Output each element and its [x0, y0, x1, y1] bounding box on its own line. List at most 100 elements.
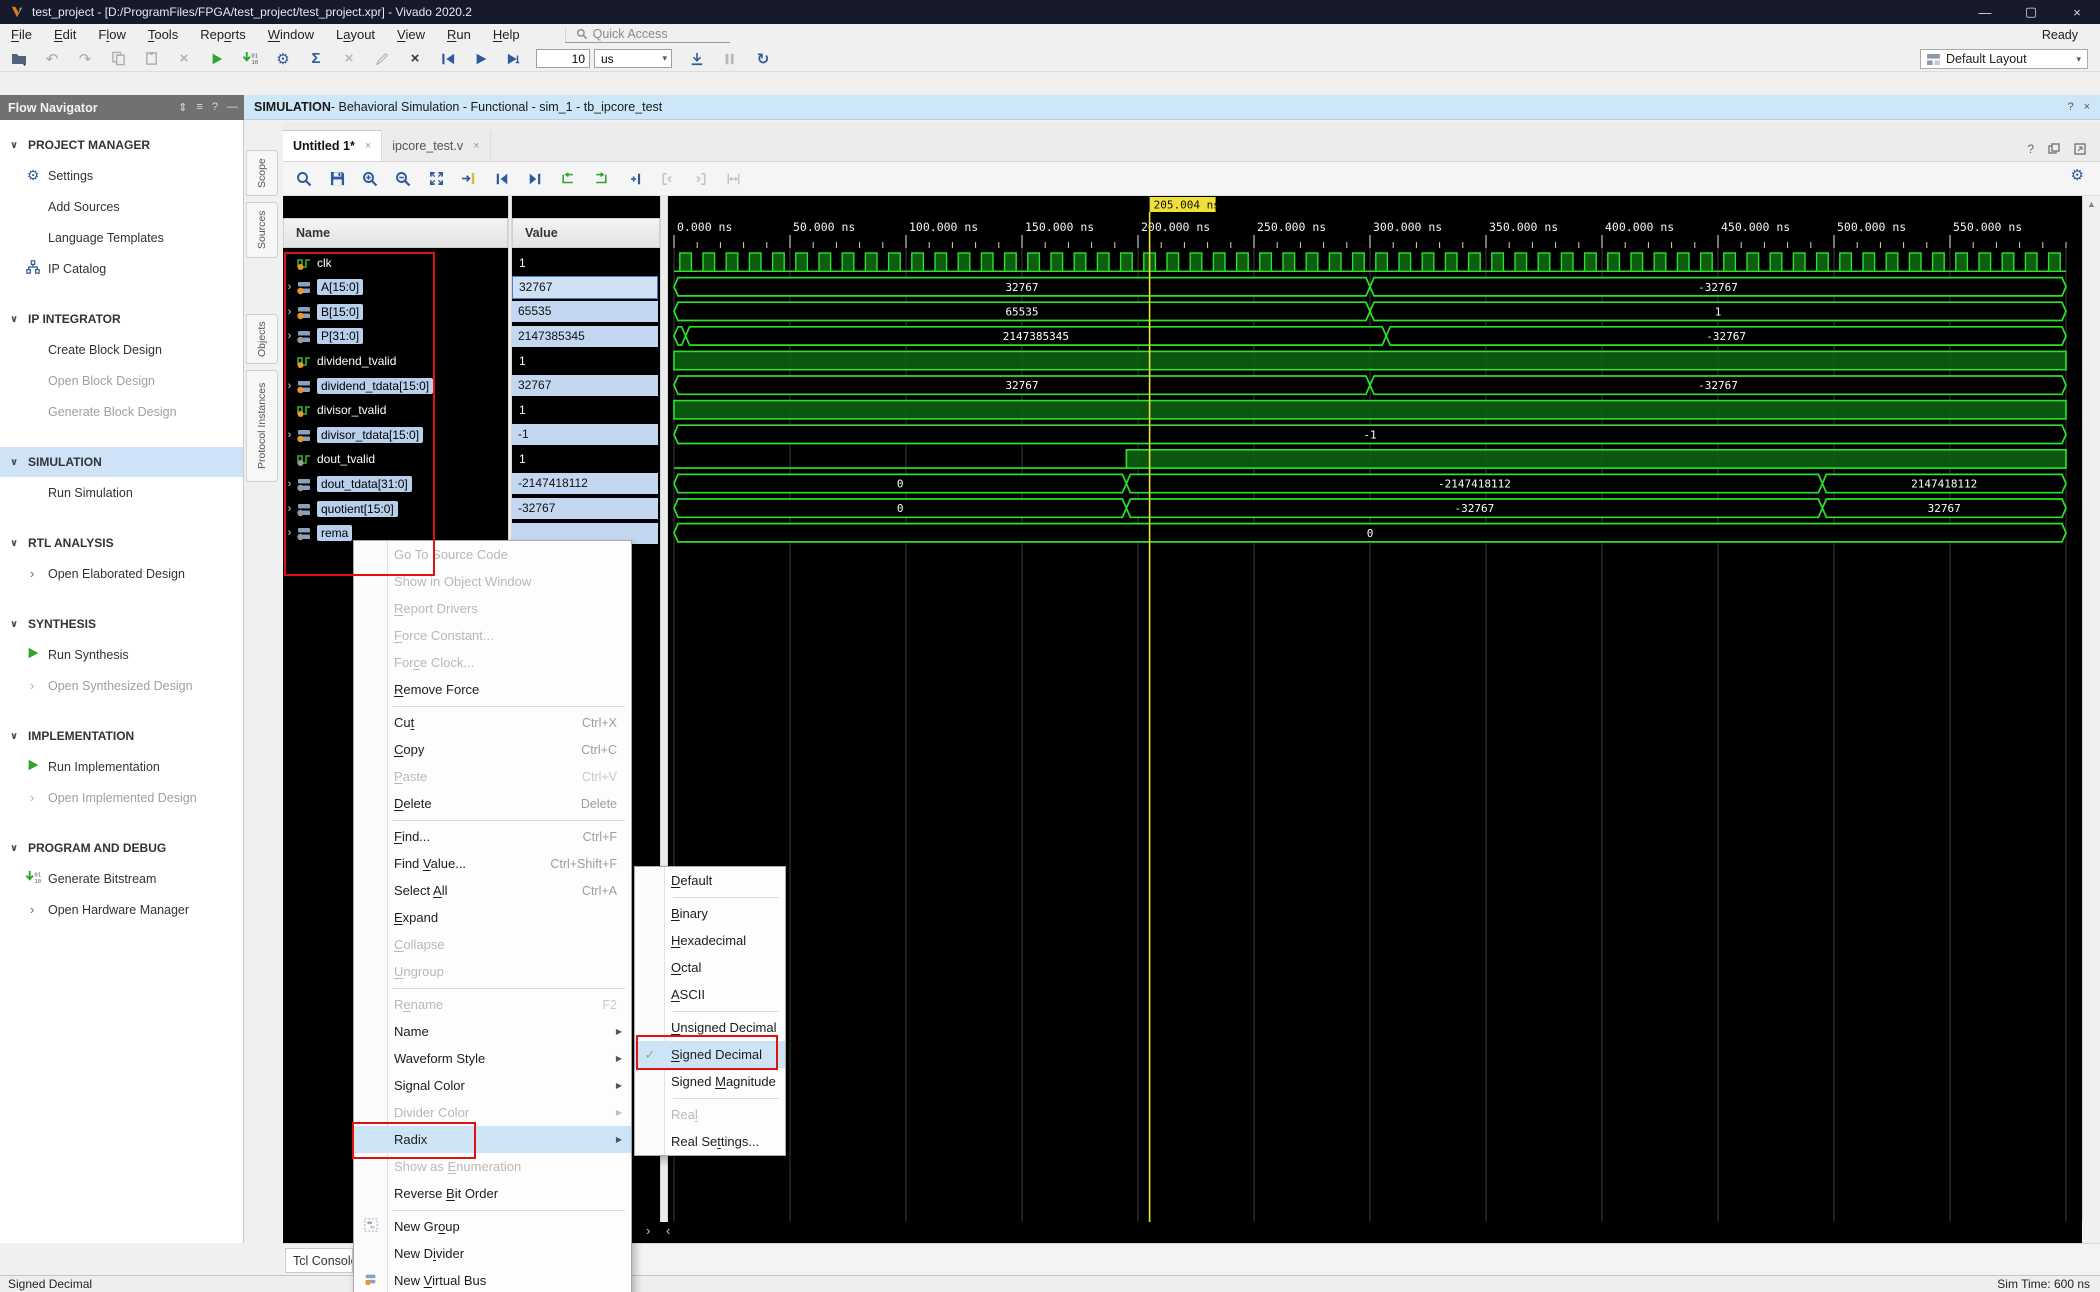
fnav-item-open-hardware-manager[interactable]: ›Open Hardware Manager — [0, 894, 243, 925]
run-all-icon[interactable] — [470, 49, 492, 69]
restart-icon[interactable] — [437, 49, 459, 69]
signal-row-divisor-tdata-15-0[interactable]: ›divisor_tdata[15:0] — [283, 422, 508, 447]
fnav-item-run-implementation[interactable]: Run Implementation — [0, 751, 243, 782]
menu-help[interactable]: Help — [482, 24, 531, 46]
signal-row-dividend-tdata-15-0[interactable]: ›dividend_tdata[15:0] — [283, 373, 508, 398]
fnav-item-run-simulation[interactable]: Run Simulation — [0, 477, 243, 508]
context-menu-delete[interactable]: DeleteDelete — [354, 790, 631, 817]
signal-value-dividend-tdata-15-0[interactable]: 32767 — [512, 373, 660, 398]
settings-icon[interactable]: ⚙ — [272, 49, 294, 69]
waveform-canvas[interactable]: 0.000 ns50.000 ns100.000 ns150.000 ns200… — [668, 196, 2082, 1222]
signal-value-divisor-tdata-15-0[interactable]: -1 — [512, 422, 660, 447]
expand-chevron-icon[interactable]: › — [283, 281, 296, 293]
expand-chevron-icon[interactable]: › — [283, 429, 296, 441]
value-column-header[interactable]: Value — [512, 218, 660, 248]
context-menu-waveform-style[interactable]: Waveform Style▶ — [354, 1045, 631, 1072]
run-time-input[interactable] — [536, 49, 590, 68]
context-menu-find-value[interactable]: Find Value...Ctrl+Shift+F — [354, 850, 631, 877]
zoom-in-icon[interactable] — [357, 167, 383, 191]
fnav-item-ip-catalog[interactable]: IP Catalog — [0, 253, 243, 284]
expand-chevron-icon[interactable]: › — [30, 566, 34, 581]
signal-row-clk[interactable]: clk — [283, 250, 508, 275]
radix-ascii[interactable]: ASCII — [635, 981, 785, 1008]
signal-value-clk[interactable]: 1 — [512, 250, 660, 275]
fnav-section-ip-integrator[interactable]: ∨IP INTEGRATOR — [0, 304, 243, 334]
quick-access-search[interactable]: Quick Access — [565, 27, 730, 43]
close-icon[interactable]: × — [2084, 101, 2090, 113]
maximize-pane-icon[interactable] — [2074, 143, 2086, 155]
fnav-item-settings[interactable]: ⚙Settings — [0, 160, 243, 191]
run-icon[interactable] — [206, 49, 228, 69]
side-tab-sources[interactable]: Sources — [246, 202, 278, 258]
expand-chevron-icon[interactable]: › — [283, 478, 296, 490]
expand-icon[interactable]: ≡ — [196, 101, 202, 114]
signal-value-a-15-0[interactable]: 32767 — [512, 275, 660, 300]
minimize-panel-icon[interactable]: — — [227, 101, 238, 114]
tcl-console-tab[interactable]: Tcl Console — [285, 1248, 353, 1273]
layout-selector[interactable]: Default Layout ▾ — [1920, 49, 2088, 69]
menu-reports[interactable]: Reports — [189, 24, 257, 46]
radix-signed-decimal[interactable]: ✓Signed Decimal — [635, 1041, 785, 1068]
expand-chevron-icon[interactable]: › — [30, 678, 34, 693]
context-menu-reverse-bit-order[interactable]: Reverse Bit Order — [354, 1180, 631, 1207]
menu-window[interactable]: Window — [257, 24, 325, 46]
expand-chevron-icon[interactable]: › — [283, 380, 296, 392]
help-icon[interactable]: ? — [2067, 101, 2073, 113]
add-marker-icon[interactable] — [621, 167, 647, 191]
cancel-icon[interactable]: × — [404, 49, 426, 69]
signal-value-dout-tvalid[interactable]: 1 — [512, 447, 660, 472]
context-menu-find[interactable]: Find...Ctrl+F — [354, 823, 631, 850]
signal-value-dividend-tvalid[interactable]: 1 — [512, 348, 660, 373]
zoom-out-icon[interactable] — [390, 167, 416, 191]
signal-row-p-31-0[interactable]: ›P[31:0] — [283, 324, 508, 349]
radix-real-settings[interactable]: Real Settings... — [635, 1128, 785, 1155]
menu-file[interactable]: File — [0, 24, 43, 46]
signal-row-b-15-0[interactable]: ›B[15:0] — [283, 299, 508, 324]
sum-totals-icon[interactable]: Σ — [305, 49, 327, 69]
help-icon[interactable]: ? — [2027, 142, 2034, 156]
context-menu-expand[interactable]: Expand — [354, 904, 631, 931]
signal-row-divisor-tvalid[interactable]: divisor_tvalid — [283, 398, 508, 423]
relaunch-icon[interactable]: ↻ — [752, 49, 774, 69]
menu-edit[interactable]: Edit — [43, 24, 87, 46]
go-to-time-icon[interactable] — [456, 167, 482, 191]
fnav-section-simulation[interactable]: ∨SIMULATION — [0, 447, 243, 477]
radix-unsigned-decimal[interactable]: Unsigned Decimal — [635, 1014, 785, 1041]
fnav-item-generate-bitstream[interactable]: 0110Generate Bitstream — [0, 863, 243, 894]
context-menu-copy[interactable]: CopyCtrl+C — [354, 736, 631, 763]
editor-tab-ipcore-test-v[interactable]: ipcore_test.v× — [382, 131, 490, 161]
save-waveform-icon[interactable] — [324, 167, 350, 191]
signal-value-dout-tdata-31-0[interactable]: -2147418112 — [512, 471, 660, 496]
menu-run[interactable]: Run — [436, 24, 482, 46]
context-menu-new-virtual-bus[interactable]: New Virtual Bus — [354, 1267, 631, 1292]
context-menu-select-all[interactable]: Select AllCtrl+A — [354, 877, 631, 904]
open-file-icon[interactable] — [8, 49, 30, 69]
search-icon[interactable] — [291, 167, 317, 191]
name-column-header[interactable]: Name — [283, 218, 508, 248]
vertical-scrollbar[interactable]: ▲ — [2082, 196, 2100, 1222]
step-time-icon[interactable] — [686, 49, 708, 69]
context-menu-name[interactable]: Name▶ — [354, 1018, 631, 1045]
fnav-item-run-synthesis[interactable]: Run Synthesis — [0, 639, 243, 670]
side-tab-protocol-instances[interactable]: Protocol Instances — [246, 370, 278, 482]
editor-tab-untitled-1[interactable]: Untitled 1*× — [283, 130, 382, 161]
float-pane-icon[interactable] — [2048, 143, 2060, 155]
signal-value-b-15-0[interactable]: 65535 — [512, 299, 660, 324]
time-unit-select[interactable]: us▾ — [594, 49, 672, 68]
fnav-item-language-templates[interactable]: Language Templates — [0, 222, 243, 253]
close-tab-icon[interactable]: × — [473, 140, 479, 152]
signal-row-dout-tdata-31-0[interactable]: ›dout_tdata[31:0] — [283, 471, 508, 496]
radix-binary[interactable]: Binary — [635, 900, 785, 927]
zoom-fit-icon[interactable] — [423, 167, 449, 191]
add-after-cursor-icon[interactable] — [588, 167, 614, 191]
next-transition-icon[interactable] — [522, 167, 548, 191]
previous-transition-icon[interactable] — [489, 167, 515, 191]
maximize-button[interactable]: ▢ — [2008, 0, 2054, 24]
expand-chevron-icon[interactable]: › — [283, 306, 296, 318]
scroll-right-icon[interactable]: › — [646, 1223, 650, 1238]
menu-view[interactable]: View — [386, 24, 436, 46]
signal-value-p-31-0[interactable]: 2147385345 — [512, 324, 660, 349]
radix-hexadecimal[interactable]: Hexadecimal — [635, 927, 785, 954]
fnav-section-program-and-debug[interactable]: ∨PROGRAM AND DEBUG — [0, 833, 243, 863]
radix-octal[interactable]: Octal — [635, 954, 785, 981]
